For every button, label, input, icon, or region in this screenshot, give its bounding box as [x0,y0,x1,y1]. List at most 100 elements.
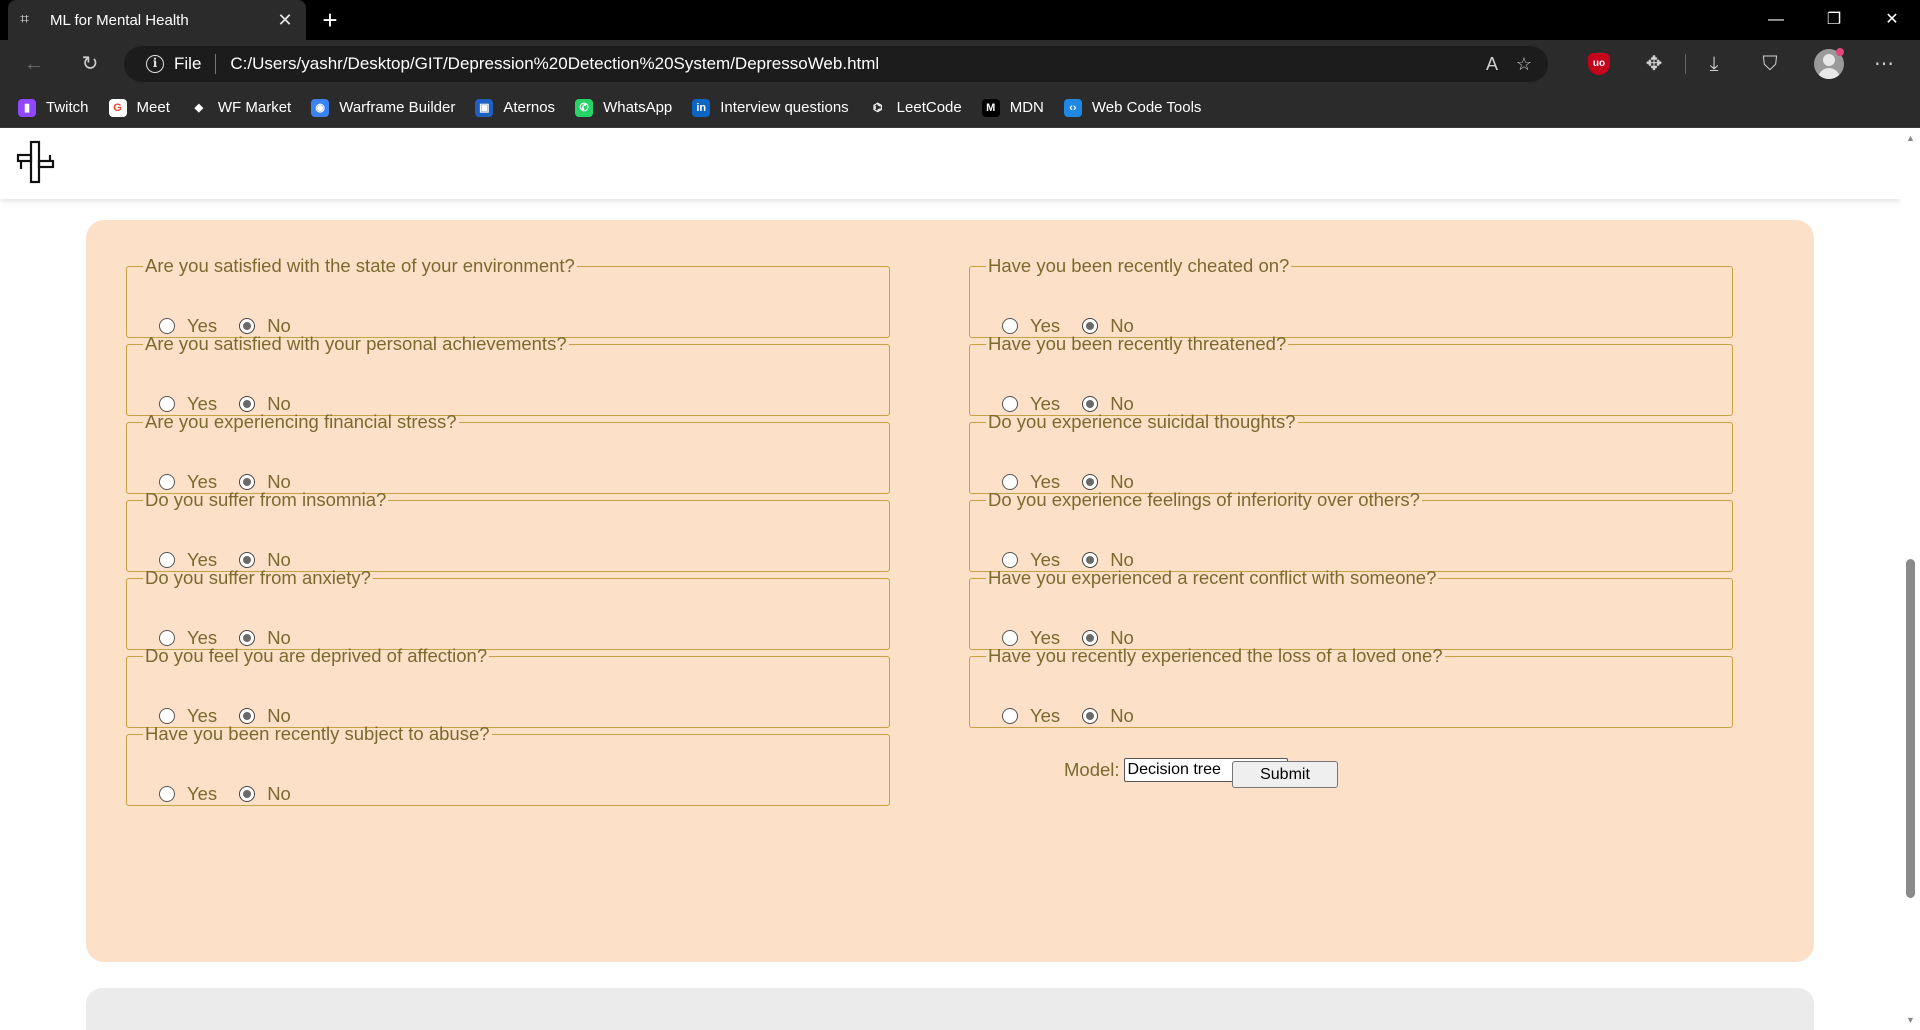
site-logo-icon: ⌗ [20,11,30,28]
radio-yes[interactable] [159,474,175,490]
bookmark-item[interactable]: ◆ WF Market [189,98,292,117]
question-label: Do you feel you are deprived of affectio… [145,645,488,666]
bookmark-item[interactable]: ▮ Twitch [18,98,89,117]
radio-yes[interactable] [159,786,175,802]
option-label: Yes [187,783,218,804]
option-yes[interactable]: Yes [159,783,217,805]
bookmark-label: LeetCode [896,99,962,116]
question-label: Do you experience feelings of inferiorit… [988,489,1420,510]
radio-yes[interactable] [1002,630,1018,646]
close-tab-icon[interactable]: ✕ [276,11,294,29]
twitch-icon: ▮ [18,98,36,117]
favorite-star-icon[interactable]: ☆ [1510,46,1538,82]
radio-no[interactable] [239,708,256,724]
bookmarks-bar: ▮ Twitch G Meet ◆ WF Market ◉ Warframe Builder ▣… [0,88,1920,128]
scroll-down-icon[interactable]: ▼ [1905,1015,1916,1026]
question-label: Are you experiencing financial stress? [145,411,457,432]
option-yes[interactable]: Yes [1002,705,1060,727]
radio-yes[interactable] [159,630,175,646]
ublock-origin-icon[interactable]: uo [1588,53,1610,75]
questionnaire-form: Model: Decision tree ▼ Submit Are you sa… [86,220,1814,962]
bookmark-label: Twitch [46,99,89,116]
whatsapp-icon: ✆ [575,98,594,117]
radio-yes[interactable] [159,708,175,724]
radio-no[interactable] [239,318,256,334]
radio-no[interactable] [239,552,256,568]
refresh-icon[interactable]: ↻ [74,48,106,80]
bookmark-label: WhatsApp [603,99,673,116]
radio-yes[interactable] [159,552,175,568]
site-logo-icon[interactable] [14,139,60,185]
radio-no[interactable] [1082,474,1099,490]
question-label: Have you recently experienced the loss o… [988,645,1443,666]
radio-no[interactable] [1082,396,1099,412]
radio-yes[interactable] [1002,396,1018,412]
extensions-icon[interactable]: ✥ [1638,48,1670,80]
question-group: Do you experience suicidal thoughts? Yes N… [969,411,1733,494]
bookmark-item[interactable]: ⌬ LeetCode [868,98,962,117]
radio-yes[interactable] [1002,318,1018,334]
downloads-icon[interactable]: ⤓ [1698,48,1730,80]
radio-yes[interactable] [159,318,175,334]
radio-no[interactable] [239,474,256,490]
bookmark-item[interactable]: G Meet [108,98,170,117]
info-icon[interactable]: i [146,55,164,73]
scroll-up-icon[interactable]: ▲ [1905,133,1916,144]
address-url[interactable]: C:/Users/yashr/Desktop/GIT/Depression%20… [230,54,879,74]
option-label: Yes [1030,705,1061,726]
minimize-icon[interactable]: — [1748,0,1804,40]
radio-no[interactable] [239,396,256,412]
bookmark-item[interactable]: in Interview questions [692,98,849,117]
linkedin-icon: in [692,98,711,117]
radio-yes[interactable] [1002,552,1018,568]
toolbar-divider [1685,54,1686,74]
back-icon[interactable]: ← [18,48,50,80]
radio-no[interactable] [1082,318,1099,334]
option-label: No [1110,705,1134,726]
bookmark-item[interactable]: ◉ Warframe Builder [311,98,455,117]
bookmark-label: MDN [1009,99,1044,116]
address-bar[interactable]: i File C:/Users/yashr/Desktop/GIT/Depres… [124,46,1548,82]
option-label: No [267,783,291,804]
bookmark-item[interactable]: ▣ Aternos [475,98,556,117]
question-group: Are you experiencing financial stress? Ye… [126,411,890,494]
radio-no[interactable] [1082,552,1099,568]
bookmark-item[interactable]: ‹› Web Code Tools [1063,98,1201,117]
radio-yes[interactable] [159,396,175,412]
radio-no[interactable] [1082,708,1099,724]
results-panel [86,988,1814,1030]
browser-tab[interactable]: ⌗ ML for Mental Health ✕ [8,0,306,40]
radio-yes[interactable] [1002,474,1018,490]
google-icon: G [108,98,127,117]
radio-no[interactable] [1082,630,1099,646]
bookmark-item[interactable]: ✆ WhatsApp [575,98,673,117]
question-group: Do you suffer from anxiety? Yes No [126,567,890,650]
site-header [0,129,1901,199]
question-label: Are you satisfied with the state of your… [145,255,575,276]
option-no[interactable]: No [239,783,291,805]
question-label: Do you suffer from insomnia? [145,489,387,510]
tab-title: ML for Mental Health [50,11,189,29]
radio-no[interactable] [239,786,256,802]
question-group: Do you suffer from insomnia? Yes No [126,489,890,572]
more-menu-icon[interactable]: ⋯ [1868,48,1900,80]
read-aloud-icon[interactable]: A [1478,46,1506,82]
model-label: Model: [1064,759,1120,780]
option-no[interactable]: No [1082,705,1134,727]
bookmark-item[interactable]: M MDN [981,98,1044,117]
radio-yes[interactable] [1002,708,1018,724]
submit-button[interactable]: Submit [1232,761,1338,788]
new-tab-button[interactable]: + [316,6,344,34]
browser-essentials-icon[interactable]: ⛉ [1754,48,1786,80]
question-group: Have you experienced a recent conflict w… [969,567,1733,650]
browser-toolbar: ← ↻ i File C:/Users/yashr/Desktop/GIT/De… [0,40,1920,88]
bookmark-label: Aternos [503,99,556,116]
scrollbar-thumb[interactable] [1906,559,1915,898]
bookmark-label: WF Market [217,99,292,116]
address-divider [215,54,217,74]
page-scrollbar[interactable]: ▲ ▼ [1901,129,1920,1030]
radio-no[interactable] [239,630,256,646]
restore-icon[interactable]: ❐ [1806,0,1862,40]
close-window-icon[interactable]: ✕ [1864,0,1920,40]
address-scheme: File [174,54,202,73]
